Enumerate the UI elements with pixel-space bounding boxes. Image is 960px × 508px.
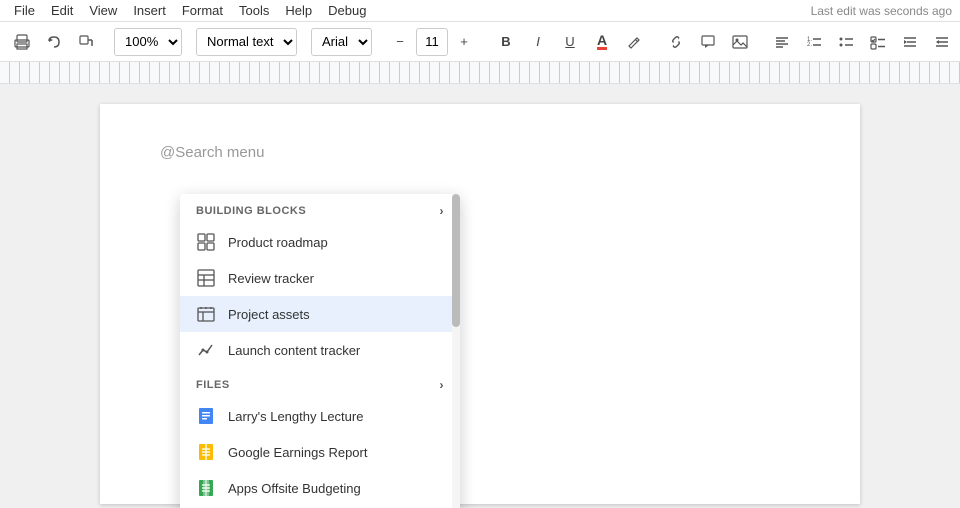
numberedlist-button[interactable]: 1. 2. [800, 28, 828, 56]
paint-icon [78, 34, 94, 50]
svg-text:2.: 2. [807, 42, 812, 48]
building-blocks-section-header: BUILDING BLOCKS › [180, 194, 460, 224]
table-icon [196, 268, 216, 288]
increase-font-button[interactable]: + [450, 28, 478, 56]
print-button[interactable] [8, 28, 36, 56]
image-icon [732, 34, 748, 50]
toolbar: 100% Normal text Arial − + B I U A [0, 22, 960, 62]
launch-tracker-label: Launch content tracker [228, 343, 444, 358]
files-section-header: FILES › [180, 368, 460, 398]
menu-tools[interactable]: Tools [233, 1, 275, 20]
bulletlist-icon [838, 34, 854, 50]
bulletlist-button[interactable] [832, 28, 860, 56]
paint-format-button[interactable] [72, 28, 100, 56]
menu-insert[interactable]: Insert [127, 1, 172, 20]
font-size-group: − + [386, 28, 478, 56]
menu-help[interactable]: Help [279, 1, 318, 20]
indent-increase-icon [934, 34, 950, 50]
decrease-font-button[interactable]: − [386, 28, 414, 56]
menu-format[interactable]: Format [176, 1, 229, 20]
undo-button[interactable] [40, 28, 68, 56]
menu-view[interactable]: View [83, 1, 123, 20]
font-select[interactable]: Arial [311, 28, 372, 56]
product-roadmap-label: Product roadmap [228, 235, 444, 250]
menu-item-launch-tracker[interactable]: Launch content tracker [180, 332, 460, 368]
align-button[interactable] [768, 28, 796, 56]
building-blocks-label: BUILDING BLOCKS [196, 205, 306, 217]
menu-item-review-tracker[interactable]: Review tracker [180, 260, 460, 296]
undo-icon [46, 34, 62, 50]
numberedlist-icon: 1. 2. [806, 34, 822, 50]
highlight-button[interactable] [620, 28, 648, 56]
highlight-icon [626, 34, 642, 50]
link-button[interactable] [662, 28, 690, 56]
menu-item-project-assets[interactable]: Project assets ▶ [180, 296, 460, 332]
files-label: FILES [196, 379, 230, 391]
building-blocks-arrow[interactable]: › [440, 204, 445, 218]
scrollbar-thumb[interactable] [452, 194, 460, 327]
dropdown-scrollbar[interactable] [452, 194, 460, 508]
checklist-icon [870, 34, 886, 50]
checklist-button[interactable] [864, 28, 892, 56]
image-button[interactable] [726, 28, 754, 56]
doc-blue-icon [196, 406, 216, 426]
comment-icon [700, 34, 716, 50]
font-size-input[interactable] [416, 28, 448, 56]
document-area: @Search menu BUILDING BLOCKS › Produ [0, 84, 960, 508]
google-earnings-label: Google Earnings Report [228, 445, 444, 460]
apps-offsite-label: Apps Offsite Budgeting [228, 481, 444, 496]
grid-icon [196, 232, 216, 252]
asset-icon [196, 304, 216, 324]
ruler-marks [0, 62, 960, 83]
project-assets-label: Project assets [228, 307, 444, 322]
at-mention-dropdown: BUILDING BLOCKS › Product roadmap [180, 194, 460, 508]
document-page[interactable]: @Search menu BUILDING BLOCKS › Produ [100, 104, 860, 504]
sheet-yellow-icon [196, 442, 216, 462]
underline-button[interactable]: U [556, 28, 584, 56]
menu-file[interactable]: File [8, 1, 41, 20]
last-edit-status: Last edit was seconds ago [811, 4, 952, 18]
files-arrow[interactable]: › [440, 378, 445, 392]
menu-edit[interactable]: Edit [45, 1, 79, 20]
indent-decrease-icon [902, 34, 918, 50]
larrys-lecture-label: Larry's Lengthy Lecture [228, 409, 444, 424]
bold-button[interactable]: B [492, 28, 520, 56]
menu-bar: File Edit View Insert Format Tools Help … [0, 0, 960, 22]
menu-debug[interactable]: Debug [322, 1, 372, 20]
text-color-icon: A [597, 33, 607, 50]
link-icon [668, 34, 684, 50]
italic-button[interactable]: I [524, 28, 552, 56]
menu-item-product-roadmap[interactable]: Product roadmap [180, 224, 460, 260]
align-icon [774, 34, 790, 50]
sheet-green-icon [196, 478, 216, 498]
indent-decrease-button[interactable] [896, 28, 924, 56]
review-tracker-label: Review tracker [228, 271, 444, 286]
text-color-button[interactable]: A [588, 28, 616, 56]
search-menu-trigger: @Search menu [160, 144, 800, 161]
chart-icon [196, 340, 216, 360]
text-style-select[interactable]: Normal text [196, 28, 297, 56]
print-icon [14, 34, 30, 50]
indent-increase-button[interactable] [928, 28, 956, 56]
menu-item-larrys-lecture[interactable]: Larry's Lengthy Lecture [180, 398, 460, 434]
menu-item-google-earnings[interactable]: Google Earnings Report [180, 434, 460, 470]
comment-button[interactable] [694, 28, 722, 56]
menu-item-apps-offsite[interactable]: Apps Offsite Budgeting [180, 470, 460, 506]
ruler [0, 62, 960, 84]
zoom-select[interactable]: 100% [114, 28, 182, 56]
